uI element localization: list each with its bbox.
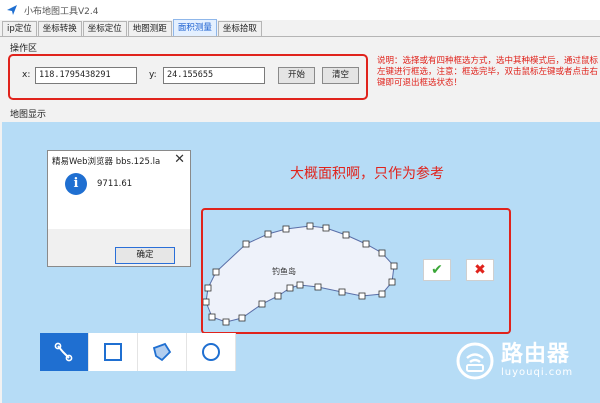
circle-tool-button[interactable] (187, 333, 236, 371)
polygon-icon (152, 342, 172, 362)
rectangle-icon (104, 343, 122, 361)
cancel-cross-icon[interactable]: ✖ (466, 259, 494, 281)
draw-toolbar (40, 333, 236, 371)
confirm-check-icon[interactable]: ✔ (423, 259, 451, 281)
polygon-highlight-box (201, 208, 511, 334)
polygon-tool-button[interactable] (138, 333, 187, 371)
watermark-text: 路由器 (501, 342, 571, 367)
circle-icon (202, 343, 220, 361)
polyline-icon (54, 342, 73, 362)
rectangle-tool-button[interactable] (89, 333, 138, 371)
watermark-url: luyouqi.com (501, 367, 574, 378)
polyline-tool-button[interactable] (40, 333, 89, 371)
router-logo-icon (456, 342, 494, 380)
watermark: 路由器 luyouqi.com (455, 341, 573, 381)
